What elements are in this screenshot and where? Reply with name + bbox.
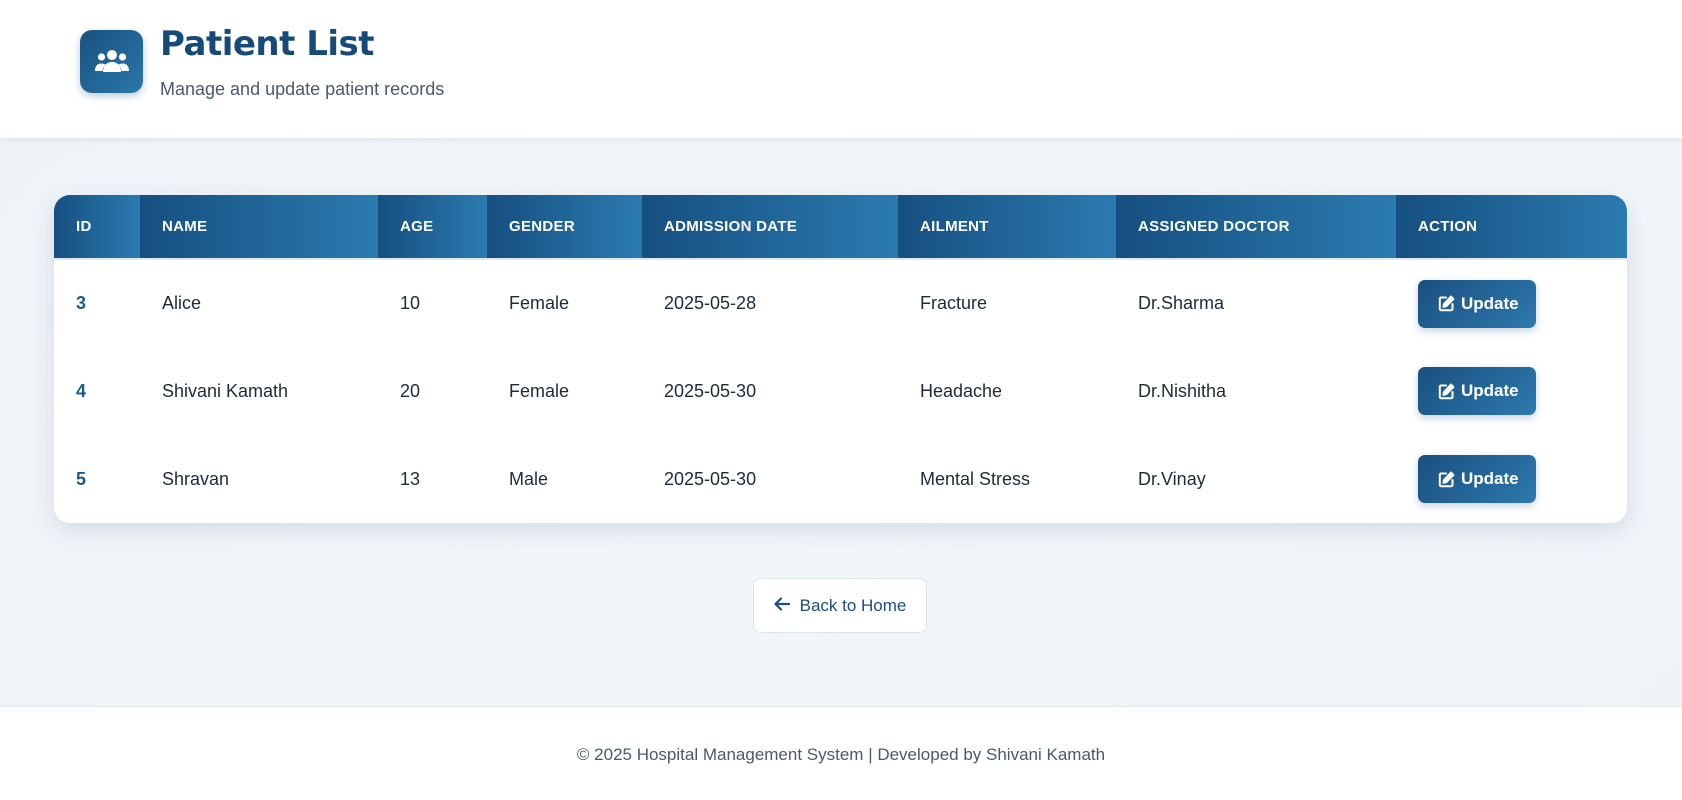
patient-doctor: Dr.Nishitha xyxy=(1138,380,1227,401)
table-row: 5 Shravan 13 Male 2025-05-30 Mental Stre… xyxy=(54,435,1627,523)
patient-name: Shravan xyxy=(162,468,230,489)
patient-id: 3 xyxy=(76,293,87,313)
page-header: Patient List Manage and update patient r… xyxy=(0,0,1682,138)
arrow-left-icon xyxy=(774,596,790,616)
column-header-action: ACTION xyxy=(1396,195,1627,260)
table-row: 4 Shivani Kamath 20 Female 2025-05-30 He… xyxy=(54,347,1627,435)
users-icon xyxy=(80,30,143,93)
table-header-row: ID NAME AGE GENDER ADMISSION DATE AILMEN… xyxy=(54,195,1627,260)
patient-name: Alice xyxy=(162,293,202,313)
patient-name: Shivani Kamath xyxy=(162,380,289,401)
column-header-assigned-doctor: ASSIGNED DOCTOR xyxy=(1116,195,1396,260)
patient-table: ID NAME AGE GENDER ADMISSION DATE AILMEN… xyxy=(54,195,1627,523)
update-button-label: Update xyxy=(1461,293,1519,313)
patient-id: 4 xyxy=(76,380,87,401)
column-header-admission-date: ADMISSION DATE xyxy=(642,195,898,260)
update-button[interactable]: Update xyxy=(1418,367,1536,415)
action-cell: Update xyxy=(1396,259,1627,347)
edit-icon xyxy=(1438,471,1455,488)
patient-gender: Female xyxy=(509,380,570,401)
page-subtitle: Manage and update patient records xyxy=(160,79,445,99)
patient-gender: Male xyxy=(509,468,549,489)
patient-admission-date: 2025-05-30 xyxy=(664,380,757,401)
patient-ailment: Headache xyxy=(920,380,1003,401)
patient-ailment: Mental Stress xyxy=(920,468,1031,489)
column-header-id: ID xyxy=(54,195,140,260)
edit-icon xyxy=(1438,295,1455,312)
patient-age: 13 xyxy=(400,468,421,489)
action-cell: Update xyxy=(1396,435,1627,523)
patient-gender: Female xyxy=(509,293,570,313)
edit-icon xyxy=(1438,383,1455,400)
patient-table-card: ID NAME AGE GENDER ADMISSION DATE AILMEN… xyxy=(54,195,1627,523)
page-footer: © 2025 Hospital Management System | Deve… xyxy=(0,706,1682,800)
back-to-home-label: Back to Home xyxy=(799,595,907,615)
update-button[interactable]: Update xyxy=(1418,279,1536,328)
patient-ailment: Fracture xyxy=(920,293,988,313)
patient-age: 10 xyxy=(400,293,421,313)
table-row: 3 Alice 10 Female 2025-05-28 Fracture Dr… xyxy=(54,259,1627,347)
patient-doctor: Dr.Vinay xyxy=(1138,468,1206,489)
update-button[interactable]: Update xyxy=(1418,455,1536,503)
column-header-gender: GENDER xyxy=(487,195,642,260)
back-to-home-button[interactable]: Back to Home xyxy=(753,578,927,633)
column-header-ailment: AILMENT xyxy=(898,195,1116,260)
patient-admission-date: 2025-05-28 xyxy=(664,293,757,313)
column-header-age: AGE xyxy=(378,195,487,260)
page-title: Patient List xyxy=(160,24,375,64)
footer-text: © 2025 Hospital Management System | Deve… xyxy=(576,745,1106,764)
action-cell: Update xyxy=(1396,347,1627,435)
patient-id: 5 xyxy=(76,468,87,489)
column-header-name: NAME xyxy=(140,195,378,260)
patient-age: 20 xyxy=(400,380,421,401)
patient-doctor: Dr.Sharma xyxy=(1138,293,1225,313)
patient-admission-date: 2025-05-30 xyxy=(664,468,757,489)
update-button-label: Update xyxy=(1461,469,1519,488)
update-button-label: Update xyxy=(1461,381,1519,400)
